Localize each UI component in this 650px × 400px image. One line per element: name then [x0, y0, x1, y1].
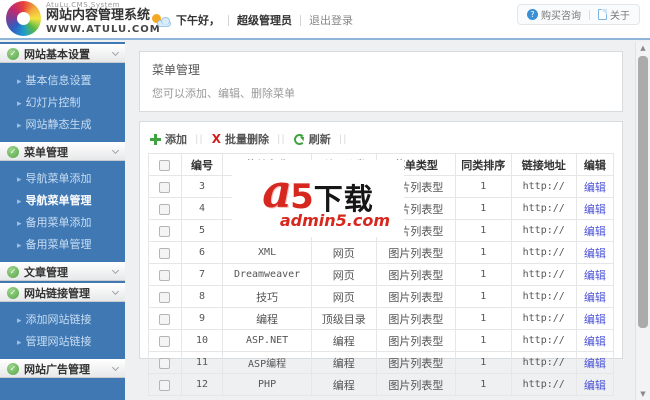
batch-delete-button[interactable]: 批量删除 [212, 131, 269, 147]
row-checkbox[interactable] [159, 357, 171, 369]
pagination: 1 2 3 [148, 396, 614, 400]
check-circle-icon [7, 47, 19, 60]
page-header-box: 菜单管理 您可以添加、编辑、删除菜单 [139, 51, 623, 112]
edit-link[interactable]: 编辑 [584, 357, 606, 370]
edit-link[interactable]: 编辑 [584, 379, 606, 392]
edit-link[interactable]: 编辑 [584, 313, 606, 326]
col-sort: 同类排序 [454, 153, 512, 176]
help-icon [527, 9, 538, 20]
current-user[interactable]: 超级管理员 [237, 12, 292, 28]
table-row: 6 XML 网页 图片列表型 1 http:// 编辑 [148, 241, 615, 264]
toolbar-divider [277, 134, 286, 145]
top-links: 购买咨询 关于 [517, 4, 640, 25]
page-subtitle: 您可以添加、编辑、删除菜单 [152, 87, 295, 100]
col-edit: 编辑 [575, 153, 615, 176]
edit-link[interactable]: 编辑 [584, 181, 606, 194]
sidebar-item-backup-menu-manage[interactable]: 备用菜单管理 [0, 233, 125, 255]
watermark-site: admin5.com [279, 210, 390, 230]
row-checkbox[interactable] [159, 335, 171, 347]
scroll-down-arrow-icon[interactable] [636, 390, 650, 398]
greeting-text: 下午好， [176, 14, 220, 27]
chevron-down-icon [111, 146, 120, 155]
sidebar: 网站基本设置 基本信息设置 幻灯片控制 网站静态生成 菜单管理 导航菜单添加 导… [0, 42, 125, 400]
page-title: 菜单管理 [152, 63, 201, 77]
table-row: 9 编程 顶级目录 图片列表型 1 http:// 编辑 [148, 307, 615, 330]
scrollbar-thumb[interactable] [638, 56, 648, 328]
weather-sun-cloud-icon [152, 13, 171, 27]
greeting-bar: 下午好， 超级管理员 退出登录 [152, 12, 353, 28]
row-checkbox[interactable] [159, 291, 171, 303]
row-checkbox[interactable] [159, 247, 171, 259]
sidebar-item-manage-link[interactable]: 管理网站链接 [0, 330, 125, 352]
refresh-icon [293, 133, 305, 145]
vertical-scrollbar [635, 42, 650, 400]
logout-link[interactable]: 退出登录 [309, 12, 353, 28]
col-id: 编号 [180, 153, 224, 176]
check-circle-icon [7, 265, 19, 278]
table-panel: 添加 批量删除 刷新 编号 菜单名称 [139, 121, 623, 396]
logo: AtuLu.CMS.System 网站内容管理系统 WWW.ATULU.COM [6, 1, 161, 36]
watermark-a-swoosh: a [262, 163, 293, 218]
sidebar-section-link-mgmt[interactable]: 网站链接管理 [0, 283, 125, 302]
chevron-down-icon [111, 287, 120, 296]
edit-link[interactable]: 编辑 [584, 335, 606, 348]
sidebar-item-nav-menu-add[interactable]: 导航菜单添加 [0, 167, 125, 189]
delete-x-icon [212, 134, 221, 145]
row-checkbox[interactable] [159, 379, 171, 391]
divider [300, 14, 301, 26]
table-row: 11 ASP编程 编程 图片列表型 1 http:// 编辑 [148, 351, 615, 374]
edit-link[interactable]: 编辑 [584, 247, 606, 260]
about-link[interactable]: 关于 [598, 7, 630, 22]
sidebar-section-article-mgmt[interactable]: 文章管理 [0, 262, 125, 281]
purchase-consult-link[interactable]: 购买咨询 [527, 7, 581, 22]
check-circle-icon [7, 145, 19, 158]
row-checkbox[interactable] [159, 181, 171, 193]
plus-icon [150, 133, 161, 145]
select-all-checkbox[interactable] [159, 159, 171, 171]
col-url: 链接地址 [510, 153, 577, 176]
scroll-up-arrow-icon[interactable] [636, 44, 650, 52]
sidebar-item-nav-menu-manage[interactable]: 导航菜单管理 [0, 189, 125, 211]
chevron-down-icon [111, 48, 120, 57]
row-checkbox[interactable] [159, 313, 171, 325]
row-checkbox[interactable] [159, 269, 171, 281]
row-checkbox[interactable] [159, 203, 171, 215]
check-circle-icon [7, 362, 19, 375]
sidebar-item-static-gen[interactable]: 网站静态生成 [0, 113, 125, 135]
app-header: AtuLu.CMS.System 网站内容管理系统 WWW.ATULU.COM … [0, 0, 650, 40]
toolbar-divider [339, 134, 348, 145]
edit-link[interactable]: 编辑 [584, 269, 606, 282]
add-button[interactable]: 添加 [150, 131, 187, 147]
table-row: 7 Dreamweaver 网页 图片列表型 1 http:// 编辑 [148, 263, 615, 286]
table-row: 10 ASP.NET 编程 图片列表型 1 http:// 编辑 [148, 329, 615, 352]
sidebar-item-basic-info[interactable]: 基本信息设置 [0, 69, 125, 91]
admin5-watermark: a 5 下载 admin5.com [232, 160, 404, 237]
chevron-down-icon [111, 363, 120, 372]
refresh-button[interactable]: 刷新 [293, 131, 331, 147]
pinwheel-logo-icon [6, 1, 41, 36]
sidebar-item-backup-menu-add[interactable]: 备用菜单添加 [0, 211, 125, 233]
chevron-down-icon [111, 266, 120, 275]
sidebar-section-ad-mgmt[interactable]: 网站广告管理 [0, 359, 125, 378]
table-row: 12 PHP 编程 图片列表型 1 http:// 编辑 [148, 373, 615, 396]
edit-link[interactable]: 编辑 [584, 225, 606, 238]
sidebar-section-menu-mgmt[interactable]: 菜单管理 [0, 142, 125, 161]
sidebar-section-site-settings[interactable]: 网站基本设置 [0, 44, 125, 63]
sidebar-item-slideshow[interactable]: 幻灯片控制 [0, 91, 125, 113]
toolbar: 添加 批量删除 刷新 [148, 128, 614, 153]
brand-url: WWW.ATULU.COM [46, 24, 161, 36]
sidebar-item-add-link[interactable]: 添加网站链接 [0, 308, 125, 330]
edit-link[interactable]: 编辑 [584, 291, 606, 304]
table-row: 8 技巧 网页 图片列表型 1 http:// 编辑 [148, 285, 615, 308]
edit-link[interactable]: 编辑 [584, 203, 606, 216]
brand-title: 网站内容管理系统 [46, 8, 151, 24]
document-icon [598, 9, 607, 20]
divider [228, 14, 229, 26]
divider [589, 9, 590, 20]
row-checkbox[interactable] [159, 225, 171, 237]
check-circle-icon [7, 286, 19, 299]
toolbar-divider [195, 134, 204, 145]
